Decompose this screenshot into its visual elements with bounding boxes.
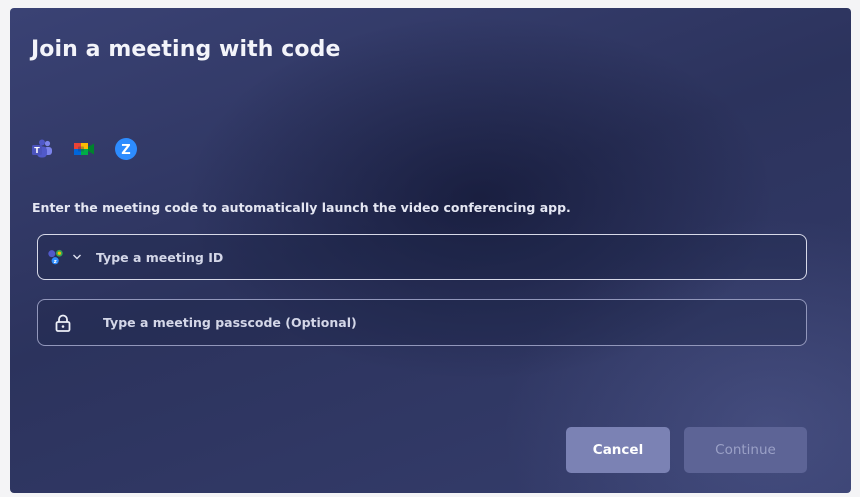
dialog-description: Enter the meeting code to automatically … — [32, 200, 571, 215]
svg-text:T: T — [34, 146, 40, 155]
svg-text:z: z — [54, 259, 57, 265]
join-meeting-dialog: Join a meeting with code T Z Enter the m… — [10, 8, 851, 493]
meeting-id-input[interactable] — [96, 235, 806, 279]
chevron-down-icon — [73, 254, 81, 260]
cancel-button[interactable]: Cancel — [566, 427, 670, 473]
passcode-input[interactable] — [103, 300, 806, 345]
svg-text:Z: Z — [121, 143, 130, 158]
google-meet-icon — [74, 143, 94, 155]
meeting-id-field[interactable]: z — [37, 234, 807, 280]
continue-button[interactable]: Continue — [684, 427, 807, 473]
app-picker-dropdown[interactable]: z — [46, 242, 82, 272]
lock-icon — [55, 314, 71, 332]
passcode-field[interactable] — [37, 299, 807, 346]
multi-app-icon: z — [48, 249, 63, 265]
microsoft-teams-icon: T — [32, 139, 52, 158]
supported-apps: T Z — [30, 136, 138, 162]
dialog-title: Join a meeting with code — [31, 37, 341, 62]
screen-frame: Join a meeting with code T Z Enter the m… — [0, 0, 860, 497]
zoom-icon: Z — [115, 138, 137, 160]
